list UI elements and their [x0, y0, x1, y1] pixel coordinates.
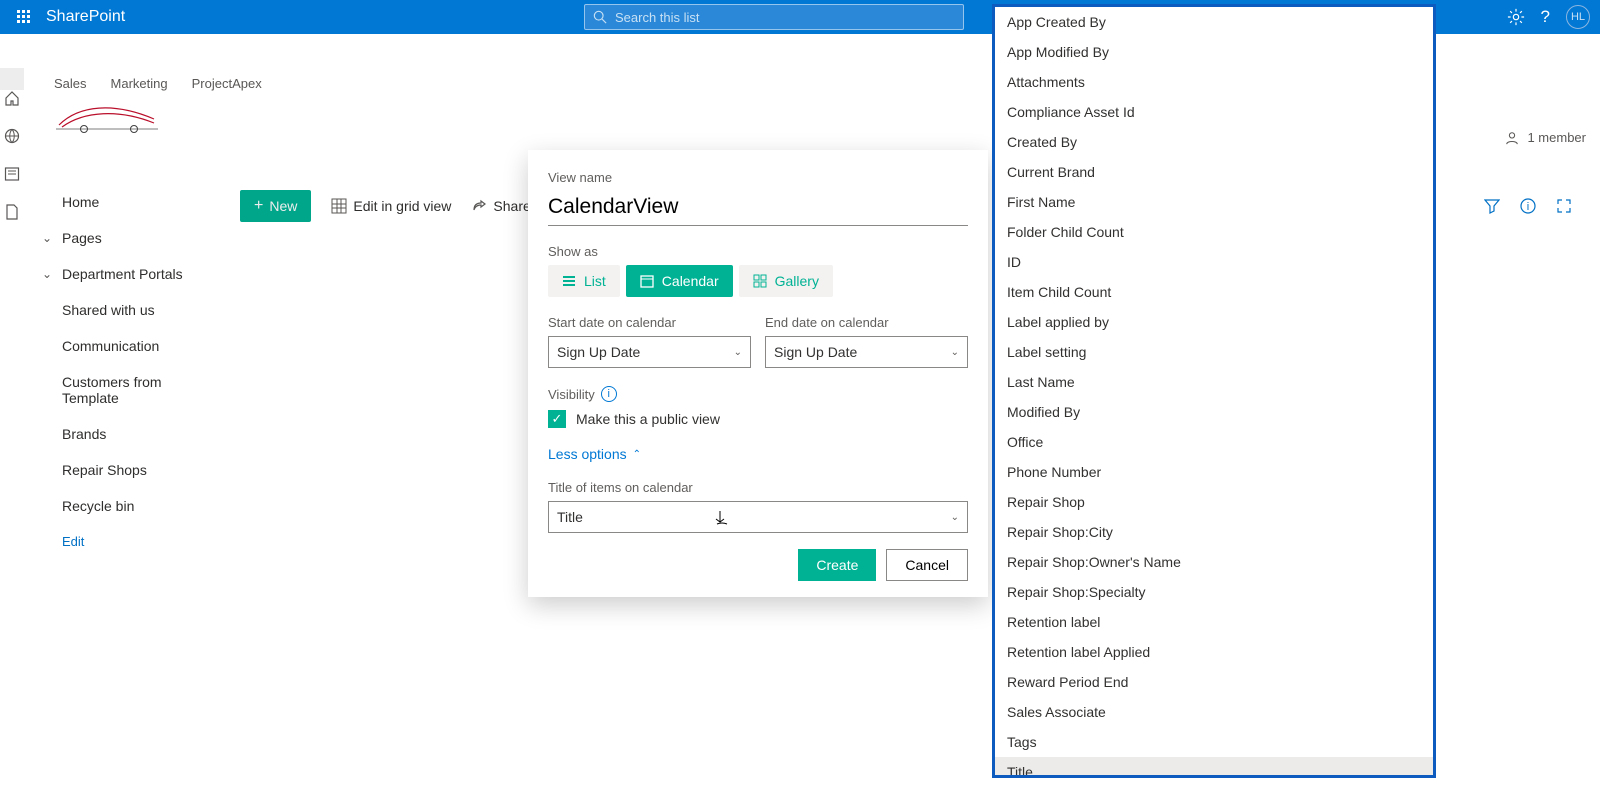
show-as-calendar[interactable]: Calendar [626, 265, 733, 297]
dropdown-option[interactable]: Label setting [995, 337, 1433, 367]
view-name-input[interactable] [548, 191, 968, 226]
dropdown-option[interactable]: Attachments [995, 67, 1433, 97]
dropdown-option[interactable]: Title [995, 757, 1433, 778]
chevron-down-icon: ⌄ [951, 347, 959, 358]
app-name: SharePoint [46, 8, 125, 26]
dropdown-option[interactable]: Repair Shop:Owner's Name [995, 547, 1433, 577]
show-as-list[interactable]: List [548, 265, 620, 297]
dropdown-option[interactable]: Current Brand [995, 157, 1433, 187]
dropdown-option[interactable]: Modified By [995, 397, 1433, 427]
nav-home[interactable]: Home [32, 184, 216, 220]
nav-pages[interactable]: ⌄Pages [32, 220, 216, 256]
nav-customers[interactable]: Customers from Template [32, 364, 216, 416]
filter-icon[interactable] [1484, 198, 1500, 214]
dropdown-option[interactable]: App Modified By [995, 37, 1433, 67]
dropdown-option[interactable]: Sales Associate [995, 697, 1433, 727]
chevron-up-icon: ⌃ [633, 449, 641, 460]
dropdown-option[interactable]: App Created By [995, 7, 1433, 37]
nav-communication[interactable]: Communication [32, 328, 216, 364]
share-button[interactable]: Share [471, 198, 530, 214]
less-options-toggle[interactable]: Less options⌃ [548, 446, 968, 462]
files-icon[interactable] [4, 204, 20, 220]
start-date-label: Start date on calendar [548, 315, 751, 330]
chevron-down-icon: ⌄ [42, 267, 52, 281]
breadcrumb-item[interactable]: Sales [54, 76, 87, 91]
dropdown-option[interactable]: Office [995, 427, 1433, 457]
expand-icon[interactable] [1556, 198, 1572, 214]
home-icon[interactable] [4, 90, 20, 106]
edit-grid-button[interactable]: Edit in grid view [331, 198, 451, 214]
breadcrumb-item[interactable]: Marketing [111, 76, 168, 91]
nav-edit[interactable]: Edit [32, 524, 216, 559]
info-icon[interactable]: i [601, 386, 617, 402]
dropdown-option[interactable]: Retention label [995, 607, 1433, 637]
chevron-down-icon: ⌄ [734, 347, 742, 358]
dropdown-option[interactable]: Compliance Asset Id [995, 97, 1433, 127]
globe-icon[interactable] [4, 128, 20, 144]
dropdown-option[interactable]: Reward Period End [995, 667, 1433, 697]
dropdown-option[interactable]: ID [995, 247, 1433, 277]
view-name-label: View name [548, 170, 968, 185]
chevron-down-icon: ⌄ [951, 512, 959, 523]
title-items-select[interactable]: Title ⌄ [548, 501, 968, 533]
visibility-label: Visibility i [548, 386, 968, 402]
end-date-select[interactable]: Sign Up Date⌄ [765, 336, 968, 368]
chevron-down-icon: ⌄ [42, 231, 52, 245]
dropdown-option[interactable]: Label applied by [995, 307, 1433, 337]
member-count[interactable]: 1 member [1505, 130, 1586, 145]
dropdown-option[interactable]: Last Name [995, 367, 1433, 397]
dropdown-option[interactable]: Item Child Count [995, 277, 1433, 307]
dropdown-option[interactable]: Folder Child Count [995, 217, 1433, 247]
end-date-label: End date on calendar [765, 315, 968, 330]
create-view-dialog: View name Show as List Calendar Gallery … [528, 150, 988, 597]
public-checkbox[interactable]: ✓ [548, 410, 566, 428]
nav-shared[interactable]: Shared with us [32, 292, 216, 328]
show-as-gallery[interactable]: Gallery [739, 265, 833, 297]
dropdown-option[interactable]: Tags [995, 727, 1433, 757]
settings-icon[interactable] [1507, 8, 1525, 26]
create-button[interactable]: Create [798, 549, 876, 581]
cancel-button[interactable]: Cancel [886, 549, 968, 581]
app-rail [0, 68, 24, 90]
field-dropdown[interactable]: App Created ByApp Modified ByAttachments… [992, 4, 1436, 778]
info-icon[interactable]: i [1520, 198, 1536, 214]
cursor-icon [714, 509, 730, 527]
dropdown-option[interactable]: First Name [995, 187, 1433, 217]
user-avatar[interactable]: HL [1566, 5, 1590, 29]
site-logo[interactable] [54, 97, 162, 137]
breadcrumb-item[interactable]: ProjectApex [192, 76, 262, 91]
show-as-label: Show as [548, 244, 968, 259]
dropdown-option[interactable]: Repair Shop:City [995, 517, 1433, 547]
search-icon [593, 10, 607, 24]
nav-brands[interactable]: Brands [32, 416, 216, 452]
title-items-label: Title of items on calendar [548, 480, 968, 495]
search-box[interactable] [584, 4, 964, 30]
nav-recycle[interactable]: Recycle bin [32, 488, 216, 524]
dropdown-option[interactable]: Created By [995, 127, 1433, 157]
nav-repair[interactable]: Repair Shops [32, 452, 216, 488]
dropdown-option[interactable]: Repair Shop [995, 487, 1433, 517]
left-nav: Home ⌄Pages ⌄Department Portals Shared w… [24, 184, 216, 559]
search-input[interactable] [615, 10, 955, 25]
svg-text:i: i [1527, 201, 1529, 213]
news-icon[interactable] [4, 166, 20, 182]
help-icon[interactable]: ? [1541, 7, 1550, 27]
public-label: Make this a public view [576, 411, 720, 427]
dropdown-option[interactable]: Repair Shop:Specialty [995, 577, 1433, 607]
start-date-select[interactable]: Sign Up Date⌄ [548, 336, 751, 368]
dropdown-option[interactable]: Retention label Applied [995, 637, 1433, 667]
app-launcher-icon[interactable] [10, 3, 38, 31]
nav-portals[interactable]: ⌄Department Portals [32, 256, 216, 292]
dropdown-option[interactable]: Phone Number [995, 457, 1433, 487]
new-button[interactable]: +New [240, 190, 311, 222]
